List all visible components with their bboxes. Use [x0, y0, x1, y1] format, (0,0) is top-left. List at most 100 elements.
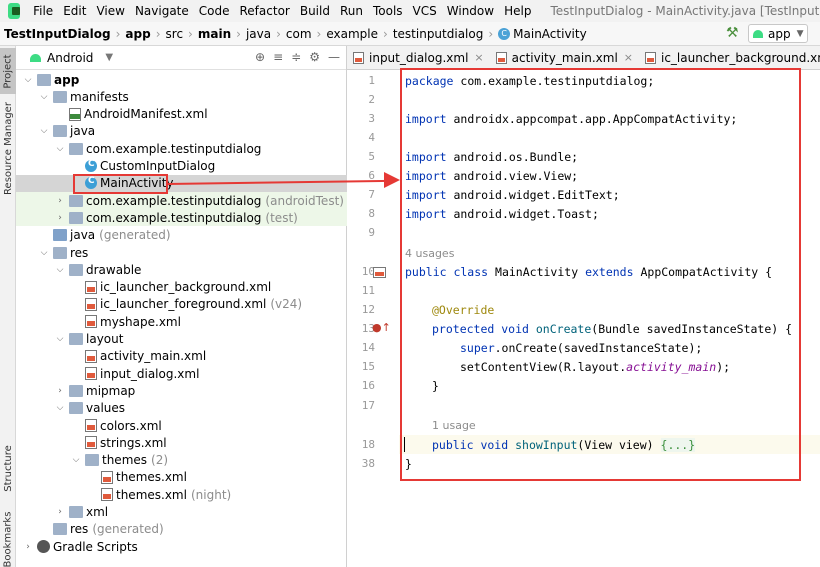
tree-item[interactable]: res (generated) — [16, 521, 347, 538]
menu-file[interactable]: File — [28, 4, 58, 18]
tree-item[interactable]: java (generated) — [16, 227, 347, 244]
chevron-right-icon[interactable]: › — [54, 507, 66, 517]
override-marker-icon[interactable]: ●↑ — [372, 321, 391, 334]
bookmarks-tool-tab[interactable]: Bookmarks — [0, 511, 16, 567]
tree-item-label: ic_launcher_foreground.xml — [100, 297, 267, 312]
breadcrumb-com[interactable]: com — [282, 27, 316, 41]
implemented-xml-icon[interactable] — [373, 267, 386, 278]
chevron-down-icon[interactable]: ⌵ — [54, 334, 66, 344]
tab-activity-main-xml[interactable]: activity_main.xml × — [490, 46, 639, 70]
chevron-down-icon[interactable]: ⌵ — [22, 75, 34, 85]
menu-tools[interactable]: Tools — [368, 4, 408, 18]
run-configuration-label: app — [768, 26, 791, 41]
chevron-down-icon[interactable]: ⌵ — [38, 248, 50, 258]
tree-item-label: com.example.testinputdialog — [86, 193, 262, 208]
line-number: 11 — [361, 284, 375, 297]
resource-manager-tool-tab[interactable]: Resource Manager — [0, 98, 16, 198]
locate-file-icon[interactable]: ⊕ — [255, 50, 265, 64]
tree-item[interactable]: themes.xml (night) — [16, 486, 347, 503]
breadcrumb-project[interactable]: TestInputDialog — [0, 27, 115, 41]
tab-ic-launcher-background-xml[interactable]: ic_launcher_background.xml× — [639, 46, 820, 70]
tree-item-label: themes — [102, 453, 148, 468]
chevron-down-icon[interactable]: ⌵ — [38, 126, 50, 136]
menu-build[interactable]: Build — [295, 4, 335, 18]
tree-item[interactable]: › com.example.testinputdialog (test) — [16, 209, 347, 227]
tree-item[interactable]: activity_main.xml — [16, 348, 347, 365]
menu-edit[interactable]: Edit — [58, 4, 91, 18]
tree-item[interactable]: › xml — [16, 504, 347, 521]
tree-item[interactable]: ⌵ com.example.testinputdialog — [16, 140, 347, 157]
line-number: 10 — [361, 265, 375, 278]
tree-item[interactable]: ⌵ layout — [16, 331, 347, 348]
line-number: 16 — [361, 379, 375, 392]
menu-navigate[interactable]: Navigate — [130, 4, 194, 18]
tree-item[interactable]: ic_launcher_background.xml — [16, 279, 347, 296]
tree-item[interactable]: myshape.xml — [16, 313, 347, 330]
chevron-right-icon[interactable]: › — [54, 213, 66, 223]
menu-refactor[interactable]: Refactor — [235, 4, 295, 18]
chevron-down-icon[interactable]: ⌵ — [54, 403, 66, 413]
class-icon — [85, 159, 97, 172]
line-number: 1 — [368, 74, 375, 87]
package-icon — [69, 211, 83, 224]
structure-tool-tab[interactable]: Structure — [0, 440, 16, 496]
hide-panel-icon[interactable]: — — [328, 50, 340, 64]
chevron-right-icon[interactable]: › — [54, 196, 66, 206]
breadcrumb-module[interactable]: app — [121, 27, 154, 41]
build-hammer-icon[interactable]: ⚒ — [726, 25, 739, 41]
close-icon[interactable]: × — [624, 51, 633, 64]
tree-item[interactable]: ⌵ themes (2) — [16, 452, 347, 469]
tree-item[interactable]: colors.xml — [16, 417, 347, 434]
breadcrumb-class[interactable]: C MainActivity — [494, 27, 591, 41]
project-view-selector[interactable]: Android — [47, 51, 93, 65]
tree-item[interactable]: › Gradle Scripts — [16, 538, 347, 555]
tree-item[interactable]: ⌵ java — [16, 123, 347, 140]
highlight-box-mainactivity — [73, 174, 168, 194]
tree-item[interactable]: strings.xml — [16, 434, 347, 451]
tree-item[interactable]: ⌵ values — [16, 400, 347, 417]
chevron-right-icon[interactable]: › — [22, 542, 34, 552]
tree-item[interactable]: themes.xml — [16, 469, 347, 486]
menu-view[interactable]: View — [91, 4, 129, 18]
menu-help[interactable]: Help — [499, 4, 536, 18]
chevron-down-icon[interactable]: ⌵ — [54, 265, 66, 275]
structure-tool-tab-label: Structure — [2, 444, 14, 492]
menu-code[interactable]: Code — [194, 4, 235, 18]
tree-item-label: res — [70, 245, 89, 260]
breadcrumb-example[interactable]: example — [322, 27, 382, 41]
tree-item[interactable]: › mipmap — [16, 382, 347, 399]
tree-item[interactable]: AndroidManifest.xml — [16, 106, 347, 123]
line-number: 18 — [361, 438, 375, 451]
tree-item[interactable]: CustomInputDialog — [16, 158, 347, 175]
breadcrumb-package[interactable]: testinputdialog — [389, 27, 488, 41]
breadcrumb-separator: › — [316, 26, 322, 41]
menu-window[interactable]: Window — [442, 4, 499, 18]
breadcrumb-src[interactable]: src — [162, 27, 188, 41]
breadcrumb-java[interactable]: java — [242, 27, 275, 41]
menu-vcs[interactable]: VCS — [408, 4, 442, 18]
tree-item[interactable]: › com.example.testinputdialog (androidTest… — [16, 192, 347, 210]
android-studio-logo-icon — [8, 3, 21, 19]
collapse-all-icon[interactable]: ≑ — [291, 50, 301, 64]
tree-item[interactable]: ⌵ manifests — [16, 88, 347, 105]
chevron-down-icon[interactable]: ▼ — [105, 52, 113, 63]
gear-icon[interactable]: ⚙ — [309, 50, 320, 64]
tree-item[interactable]: input_dialog.xml — [16, 365, 347, 382]
project-tool-tab[interactable]: Project — [0, 48, 16, 94]
menu-run[interactable]: Run — [335, 4, 368, 18]
tree-item[interactable]: ⌵ drawable — [16, 261, 347, 278]
tree-item[interactable]: ⌵ res — [16, 244, 347, 261]
breadcrumb-main[interactable]: main — [194, 27, 235, 41]
close-icon[interactable]: × — [474, 51, 483, 64]
line-number: 12 — [361, 303, 375, 316]
chevron-down-icon[interactable]: ⌵ — [54, 144, 66, 154]
chevron-right-icon[interactable]: › — [54, 386, 66, 396]
tree-item[interactable]: ic_launcher_foreground.xml (v24) — [16, 296, 347, 313]
chevron-down-icon[interactable]: ⌵ — [70, 455, 82, 465]
tab-input-dialog-xml[interactable]: input_dialog.xml × — [347, 46, 490, 70]
run-configuration-dropdown[interactable]: app ▼ — [748, 24, 808, 43]
tree-item[interactable]: ⌵ app — [16, 71, 347, 88]
chevron-down-icon[interactable]: ⌵ — [38, 92, 50, 102]
expand-all-icon[interactable]: ≡ — [273, 50, 283, 64]
tree-item-label: values — [86, 401, 126, 416]
